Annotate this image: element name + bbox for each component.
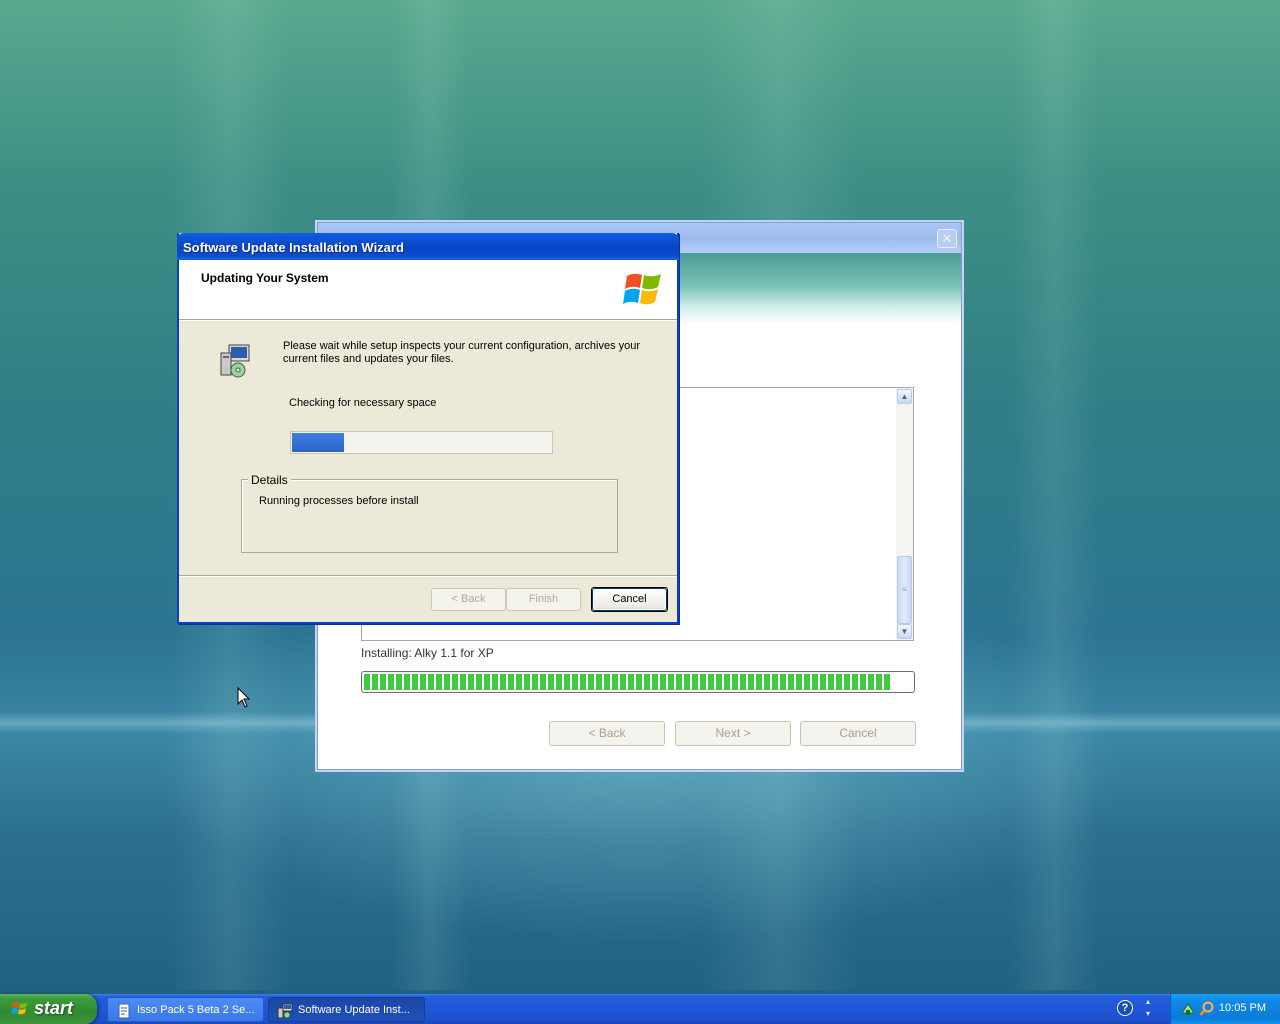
wizard-header-title: Updating Your System xyxy=(201,271,329,285)
wizard-back-button[interactable]: < Back xyxy=(431,588,506,611)
taskbar-item-software-update[interactable]: Software Update Inst... xyxy=(268,997,425,1022)
details-groupbox: Details Running processes before install xyxy=(241,473,618,553)
next-button[interactable]: Next > xyxy=(675,721,791,746)
wizard-description: Please wait while setup inspects your cu… xyxy=(283,340,641,365)
scroll-down-button[interactable]: ▼ xyxy=(897,624,912,639)
cancel-button[interactable]: Cancel xyxy=(800,721,916,746)
install-status-text: Installing: Alky 1.1 for XP xyxy=(361,646,494,660)
scroll-up-button[interactable]: ▲ xyxy=(897,389,912,404)
wizard-cancel-button[interactable]: Cancel xyxy=(591,587,668,612)
windows-flag-icon xyxy=(11,1002,27,1015)
wizard-progress-bar xyxy=(290,431,553,454)
network-icon[interactable] xyxy=(1180,1001,1196,1017)
start-button[interactable]: start xyxy=(0,994,97,1024)
footer-separator xyxy=(179,575,677,577)
wizard-progress-fill xyxy=(292,433,344,452)
back-button[interactable]: < Back xyxy=(549,721,665,746)
install-progress-bar xyxy=(361,671,915,693)
mouse-cursor-icon xyxy=(237,687,251,708)
chevron-up-icon: ▲ xyxy=(900,392,909,401)
scroll-thumb[interactable]: ≡ xyxy=(897,556,912,624)
wizard-status-text: Checking for necessary space xyxy=(289,397,437,409)
taskbar-item-isso-pack[interactable]: Isso Pack 5 Beta 2 Se... xyxy=(107,997,264,1022)
setup-icon xyxy=(277,1003,293,1019)
wizard-title: Software Update Installation Wizard xyxy=(183,240,404,255)
wizard-finish-button[interactable]: Finish xyxy=(506,588,581,611)
help-icon[interactable]: ? xyxy=(1117,1000,1133,1016)
header-divider xyxy=(179,320,677,321)
install-progress-fill xyxy=(364,674,891,690)
system-tray: 10:05 PM xyxy=(1170,994,1280,1024)
windows-logo-icon xyxy=(623,273,661,305)
update-wizard-dialog[interactable]: Software Update Installation Wizard Upda… xyxy=(177,233,679,624)
taskbar: start Isso Pack 5 Beta 2 Se... Software … xyxy=(0,994,1280,1024)
start-label: start xyxy=(34,998,74,1018)
details-label: Details xyxy=(248,473,291,487)
wallpaper-streak xyxy=(1010,0,1100,990)
document-icon xyxy=(118,1003,130,1019)
search-icon[interactable] xyxy=(1199,1001,1215,1017)
wizard-titlebar[interactable]: Software Update Installation Wizard xyxy=(177,233,679,260)
close-button[interactable]: ✕ xyxy=(937,229,957,248)
taskbar-item-label: Software Update Inst... xyxy=(298,1004,410,1016)
wizard-header: Updating Your System xyxy=(179,260,677,321)
details-text: Running processes before install xyxy=(259,495,419,507)
tray-arrows-icon[interactable]: ▴ ▾ xyxy=(1142,996,1154,1022)
setup-computer-icon xyxy=(220,344,250,378)
taskbar-item-label: Isso Pack 5 Beta 2 Se... xyxy=(137,1004,255,1016)
close-icon: ✕ xyxy=(941,231,953,246)
log-scrollbar[interactable]: ▲ ≡ ▼ xyxy=(896,388,913,640)
chevron-down-icon: ▼ xyxy=(900,627,909,636)
clock[interactable]: 10:05 PM xyxy=(1219,1002,1266,1014)
